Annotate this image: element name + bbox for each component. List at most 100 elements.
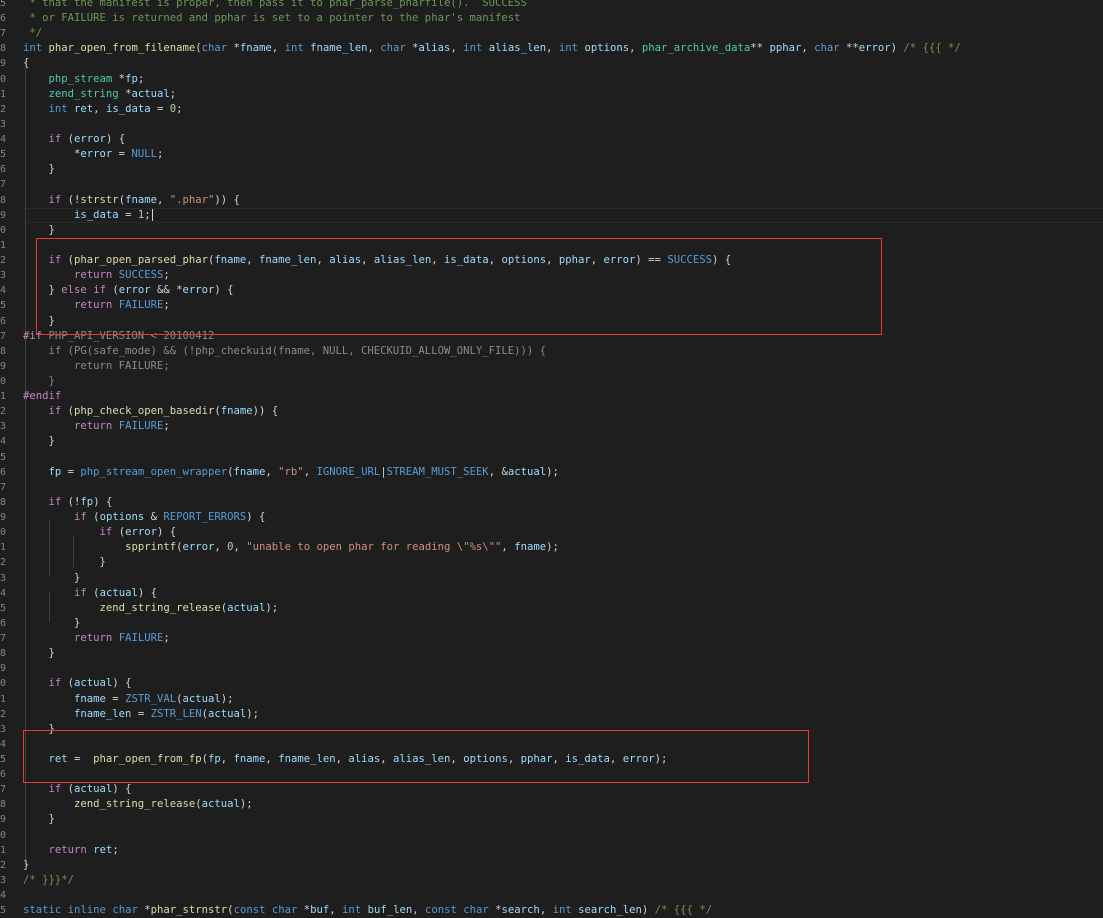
code-line[interactable]: 9 [0, 661, 1103, 676]
code-line[interactable]: 9 if (options & REPORT_ERRORS) { [0, 510, 1103, 525]
line-number: 9 [0, 58, 6, 70]
code-line[interactable]: 9{ [0, 56, 1103, 71]
code-line[interactable]: 3 [0, 117, 1103, 132]
code-token: ) { [93, 495, 113, 508]
code-token: = [61, 465, 81, 478]
code-line[interactable]: 5 * that the manifest is proper, then pa… [0, 0, 1103, 11]
code-line[interactable]: 5 static inline char *phar_strnstr(const … [0, 903, 1103, 918]
code-line[interactable]: 5 zend_string_release(actual); [0, 601, 1103, 616]
code-token: ret [93, 843, 113, 856]
code-text: if (PG(safe_mode) && (!php_checkuid(fnam… [23, 344, 547, 359]
code-token: /* }}}*/ [23, 873, 75, 886]
code-line[interactable]: 7 [0, 177, 1103, 192]
code-token: IGNORE_URL [316, 465, 381, 478]
line-number: 8 [0, 345, 6, 357]
code-line[interactable]: 7 #if PHP_API_VERSION < 20100412 [0, 329, 1103, 344]
code-line[interactable]: 7 */ [0, 26, 1103, 41]
line-number: 0 [0, 829, 6, 841]
code-line[interactable]: 2 int ret, is_data = 0; [0, 102, 1103, 117]
code-line[interactable]: 7 return FAILURE; [0, 631, 1103, 646]
code-line[interactable]: 8 zend_string_release(actual); [0, 797, 1103, 812]
code-token: , [412, 904, 425, 917]
code-line[interactable]: 6 } [0, 162, 1103, 177]
code-line[interactable]: 4 } else if (error && *error) { [0, 283, 1103, 298]
code-line[interactable]: 8 int phar_open_from_filename(char *fname… [0, 41, 1103, 56]
code-line[interactable]: 5 *error = NULL; [0, 147, 1103, 162]
code-token: * that the manifest is proper, then pass… [23, 0, 527, 9]
code-line[interactable]: 5 ret = phar_open_from_fp(fp, fname, fna… [0, 752, 1103, 767]
code-token: php_stream_open_wrapper [80, 465, 228, 478]
code-line[interactable]: 2 if (phar_open_parsed_phar(fname, fname… [0, 253, 1103, 268]
line-number: 3 [0, 270, 6, 282]
code-line[interactable]: 3 return FAILURE; [0, 419, 1103, 434]
code-token: ( [61, 677, 75, 690]
code-line[interactable]: 1 zend_string *actual; [0, 87, 1103, 102]
code-line[interactable]: 6 [0, 767, 1103, 782]
code-token: options [463, 753, 508, 765]
code-line[interactable]: 6 } [0, 314, 1103, 329]
code-line[interactable]: 3 /* }}}*/ [0, 873, 1103, 888]
code-token: int [48, 102, 68, 115]
code-line[interactable]: 3 } [0, 571, 1103, 586]
code-line[interactable]: 1 spprintf(error, 0, "unable to open pha… [0, 540, 1103, 555]
code-token: ( [105, 284, 119, 297]
code-line[interactable]: 0 php_stream *fp; [0, 72, 1103, 87]
code-token: actual [507, 465, 547, 478]
code-line[interactable]: 0 [0, 828, 1103, 843]
code-line[interactable]: 5 [0, 450, 1103, 465]
code-line[interactable]: 6 fp = php_stream_open_wrapper(fname, "r… [0, 465, 1103, 480]
code-token: actual [182, 692, 221, 705]
code-text: } [23, 374, 55, 389]
code-line[interactable]: 8 if (!strstr(fname, ".phar")) { [0, 193, 1103, 208]
line-number: 0 [0, 73, 6, 85]
code-line[interactable]: 8 if (PG(safe_mode) && (!php_checkuid(fn… [0, 344, 1103, 359]
code-line[interactable]: 1 [0, 238, 1103, 253]
code-line[interactable]: 0 } [0, 223, 1103, 238]
code-line[interactable]: 1 #endif [0, 389, 1103, 404]
code-text: } [23, 646, 55, 661]
code-line[interactable]: 9 } [0, 812, 1103, 827]
code-line[interactable]: 9 return FAILURE; [0, 359, 1103, 374]
line-number: 9 [0, 663, 6, 675]
code-line[interactable]: 4 [0, 737, 1103, 752]
code-line[interactable]: 2} [0, 858, 1103, 873]
code-editor[interactable]: 5 * that the manifest is proper, then pa… [0, 0, 1103, 916]
code-token: } [23, 556, 106, 569]
line-number: 6 [0, 13, 6, 25]
code-token: , [233, 541, 247, 554]
line-number: 0 [0, 376, 6, 387]
code-line[interactable]: 0 } [0, 374, 1103, 389]
code-line[interactable]: 4 if (actual) { [0, 586, 1103, 601]
line-number: 6 [0, 617, 6, 629]
code-line[interactable]: 7 [0, 480, 1103, 495]
code-line[interactable]: 5 return FAILURE; [0, 298, 1103, 313]
code-line[interactable]: 0 if (error) { [0, 525, 1103, 540]
code-token: ); [546, 465, 559, 478]
line-number: 3 [0, 723, 6, 735]
code-line[interactable]: 6 * or FAILURE is returned and pphar is … [0, 11, 1103, 26]
code-line[interactable]: 9 is_data = 1; [0, 207, 1103, 223]
code-line[interactable]: 8 if (!fp) { [0, 495, 1103, 510]
code-token: , & [488, 465, 508, 478]
code-line[interactable]: 6 } [0, 616, 1103, 631]
code-line[interactable]: 4 [0, 888, 1103, 903]
code-token: pphar [769, 42, 802, 55]
code-line[interactable]: 4 } [0, 434, 1103, 449]
code-line[interactable]: 4 if (error) { [0, 132, 1103, 147]
code-token: is_data [105, 102, 151, 115]
code-line[interactable]: 3 } [0, 722, 1103, 737]
code-line[interactable]: 3 return SUCCESS; [0, 268, 1103, 283]
code-token: } [23, 284, 62, 297]
code-line[interactable]: 2 } [0, 555, 1103, 570]
code-line[interactable]: 2 if (php_check_open_basedir(fname)) { [0, 404, 1103, 419]
code-token: , [303, 465, 317, 478]
code-line[interactable]: 1 return ret; [0, 843, 1103, 858]
code-line[interactable]: 2 fname_len = ZSTR_LEN(actual); [0, 707, 1103, 722]
code-line[interactable]: 7 if (actual) { [0, 782, 1103, 797]
code-line[interactable]: 0 if (actual) { [0, 676, 1103, 691]
code-line[interactable]: 8 } [0, 646, 1103, 661]
code-line[interactable]: 1 fname = ZSTR_VAL(actual); [0, 692, 1103, 707]
